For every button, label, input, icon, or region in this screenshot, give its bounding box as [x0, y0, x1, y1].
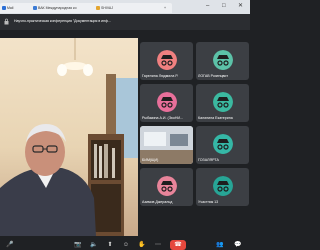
screen-share-icon[interactable]: ⬆ [104, 240, 116, 250]
tab-shivaj[interactable]: SHIVAJ [94, 3, 160, 13]
speaker-scene [0, 38, 138, 236]
meeting-controls: 🎤 📷 🔈 ⬆ ☺ ✋ ⋯ ☎ 👥 💬 [0, 240, 250, 250]
participant-name: ЛОГАВ Розенцвит [198, 74, 229, 78]
meeting-header: Научно-практическая конференция "Докумен… [0, 14, 250, 30]
ceiling-lamp [57, 38, 93, 76]
chat-icon[interactable]: 💬 [232, 240, 244, 250]
incognito-avatar-icon [212, 50, 233, 70]
participant-name: Калинина Екатерина [198, 116, 233, 120]
close-button[interactable]: ✕ [238, 1, 243, 11]
incognito-avatar-icon [156, 92, 177, 112]
video-icon [33, 6, 37, 11]
doc-icon [96, 6, 100, 11]
maximize-button[interactable]: □ [222, 1, 226, 11]
participant-tile[interactable]: Азимов Джеральд [140, 168, 193, 206]
incognito-avatar-icon [212, 92, 233, 112]
mail-icon [2, 6, 6, 11]
participants-icon[interactable]: 👥 [214, 240, 226, 250]
participant-name: ГОЗАЛЯРТА [198, 158, 219, 162]
lock-icon [4, 18, 9, 25]
new-tab-button[interactable]: + [158, 3, 172, 13]
tab-mail[interactable]: Mail [0, 3, 34, 13]
incognito-avatar-icon [212, 134, 233, 154]
browser-tabbar: Mail ВАК Международная ко SHIVAJ + – □ ✕ [0, 0, 250, 14]
more-options-icon[interactable]: ⋯ [152, 240, 164, 250]
raise-hand-icon[interactable]: ✋ [136, 240, 148, 250]
participant-tile-camera[interactable]: БИМ(ЩИ) [140, 126, 193, 164]
participant-name: Гарелина Людмила Р. [142, 74, 179, 78]
participant-name: Участник 13 [198, 200, 219, 204]
reactions-icon[interactable]: ☺ [120, 240, 132, 250]
meeting-title: Научно-практическая конференция "Докумен… [14, 19, 111, 23]
camera-icon[interactable]: 📷 [72, 240, 84, 250]
tab-conference[interactable]: ВАК Международная ко [31, 3, 97, 13]
participant-tile[interactable]: Участник 13 [196, 168, 249, 206]
minimize-button[interactable]: – [206, 1, 209, 11]
speaker-video[interactable] [0, 38, 138, 236]
participant-tile[interactable]: Рыбакина А.И. (ЭкоНИ... [140, 84, 193, 122]
participant-name: Азимов Джеральд [142, 200, 173, 204]
speaker-icon[interactable]: 🔈 [88, 240, 100, 250]
incognito-avatar-icon [156, 176, 177, 196]
participant-tile[interactable]: Калинина Екатерина [196, 84, 249, 122]
incognito-avatar-icon [212, 176, 233, 196]
participant-name: БИМ(ЩИ) [142, 158, 159, 162]
end-call-button[interactable]: ☎ [170, 240, 186, 250]
participant-tile[interactable]: ГОЗАЛЯРТА [196, 126, 249, 164]
incognito-avatar-icon [156, 50, 177, 70]
mic-icon[interactable]: 🎤 [4, 240, 16, 250]
participant-tile[interactable]: ЛОГАВ Розенцвит [196, 42, 249, 80]
participant-tile[interactable]: Гарелина Людмила Р. [140, 42, 193, 80]
participant-name: Рыбакина А.И. (ЭкоНИ... [142, 116, 184, 120]
